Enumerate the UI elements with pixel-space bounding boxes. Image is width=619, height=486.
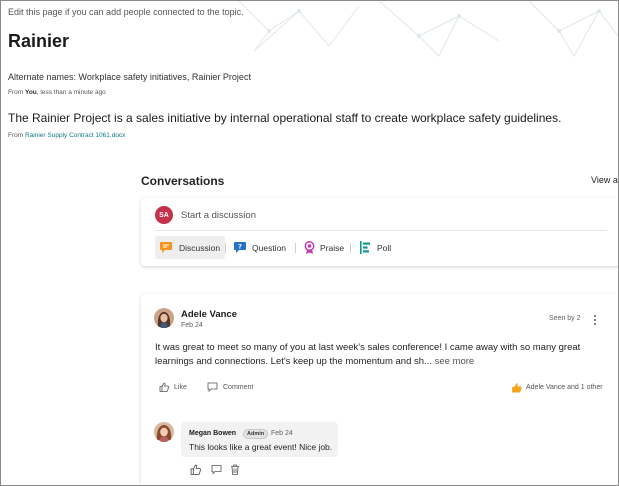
comment-label: Comment — [223, 383, 254, 391]
avatar[interactable] — [154, 422, 174, 442]
tab-question[interactable]: ? Question — [229, 236, 291, 259]
doc-from-label: From — [8, 132, 24, 139]
comment-icon — [207, 382, 218, 392]
divider — [295, 243, 296, 253]
start-discussion-input[interactable] — [181, 207, 601, 223]
post-date[interactable]: Feb 24 — [181, 322, 203, 329]
page-title: Rainier — [8, 31, 70, 51]
conversation-post: Adele Vance Feb 24 Seen by 2 It was grea… — [141, 294, 618, 485]
reply-text: This looks like a great event! Nice job. — [189, 442, 333, 452]
poll-icon — [360, 241, 370, 254]
tab-discussion-label: Discussion — [179, 242, 221, 253]
like-label: Like — [174, 383, 187, 391]
reply-bubble: Megan Bowen Admin Feb 24 This looks like… — [181, 422, 338, 457]
view-all-link[interactable]: View all — [591, 175, 618, 185]
discussion-composer: SA Discussion ? Question — [141, 198, 618, 266]
avatar: SA — [155, 206, 173, 224]
reply-author-avatar-image — [154, 422, 174, 442]
comment-icon — [211, 465, 222, 475]
from-who[interactable]: You — [25, 89, 37, 96]
topic-description: The Rainier Project is a sales initiativ… — [8, 111, 562, 125]
yammer-topic-page: Edit this page if you can add people con… — [0, 0, 619, 486]
reactions-label: Adele Vance and 1 other — [526, 384, 603, 391]
edit-hint: Edit this page if you can add people con… — [8, 7, 244, 17]
reply-delete-button[interactable] — [230, 462, 242, 475]
comment-button[interactable]: Comment — [207, 382, 253, 392]
tab-praise-label: Praise — [320, 242, 345, 253]
author-avatar-image — [154, 308, 174, 328]
tab-poll[interactable]: Poll — [355, 236, 396, 259]
reply-author[interactable]: Megan Bowen — [189, 430, 236, 437]
reactions-summary[interactable]: Adele Vance and 1 other — [511, 382, 603, 393]
svg-text:?: ? — [238, 243, 242, 251]
post-author[interactable]: Adele Vance — [181, 309, 237, 320]
divider — [225, 243, 226, 253]
document-attribution: From Rainier Supply Contract 1061.docx — [8, 132, 125, 139]
tab-discussion[interactable]: Discussion — [155, 236, 226, 259]
reply-date[interactable]: Feb 24 — [271, 430, 293, 437]
source-attribution: From You, less than a minute ago — [8, 89, 106, 96]
post-body: It was great to meet so many of you at l… — [155, 341, 605, 369]
reply-comment-button[interactable] — [211, 462, 223, 475]
tab-poll-label: Poll — [377, 242, 392, 253]
question-icon: ? — [234, 242, 246, 253]
reply-like-button[interactable] — [190, 462, 202, 475]
like-button[interactable]: Like — [159, 382, 187, 392]
see-more-link[interactable]: see more — [435, 356, 475, 367]
like-icon — [190, 464, 201, 475]
seen-by[interactable]: Seen by 2 — [549, 315, 581, 322]
document-link[interactable]: Rainier Supply Contract 1061.docx — [25, 132, 125, 139]
tab-praise[interactable]: Praise — [299, 236, 349, 259]
alternate-names: Alternate names: Workplace safety initia… — [8, 72, 251, 82]
praise-icon — [304, 240, 315, 254]
conversations-heading: Conversations — [141, 174, 225, 188]
trash-icon — [231, 464, 239, 475]
more-options-icon[interactable] — [589, 313, 601, 327]
divider — [350, 243, 351, 253]
discussion-icon — [160, 242, 172, 253]
like-icon — [159, 382, 169, 392]
post-body-text: It was great to meet so many of you at l… — [155, 342, 581, 367]
admin-badge: Admin — [243, 429, 269, 439]
tab-question-label: Question — [252, 242, 287, 253]
from-label: From — [8, 89, 24, 96]
like-reaction-icon — [512, 383, 522, 393]
avatar[interactable] — [154, 308, 174, 328]
from-when: , less than a minute ago — [36, 89, 106, 96]
divider — [155, 230, 607, 231]
